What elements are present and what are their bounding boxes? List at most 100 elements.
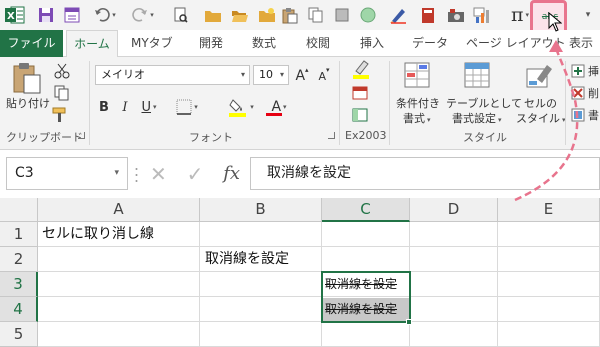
tab-home[interactable]: ホーム: [66, 30, 118, 58]
cell-b3[interactable]: [200, 272, 322, 297]
cell-d4[interactable]: [410, 297, 498, 322]
underline-button[interactable]: U ▾: [136, 97, 162, 117]
fill-color-button[interactable]: ▾: [224, 97, 258, 117]
cut-icon[interactable]: [54, 63, 70, 83]
row-header-3[interactable]: 3: [0, 272, 38, 297]
cell-d5[interactable]: [410, 322, 498, 347]
cell-e5[interactable]: [498, 322, 600, 347]
camera-icon[interactable]: [446, 4, 466, 26]
cell-styles-icon[interactable]: [525, 61, 555, 95]
circle-icon[interactable]: [358, 4, 378, 26]
format-as-table-icon[interactable]: [463, 61, 493, 95]
copy-ribbon-icon[interactable]: [54, 85, 70, 105]
format-as-table-label-1[interactable]: テーブルとして: [446, 95, 522, 111]
conditional-formatting-label-1[interactable]: 条件付き: [396, 95, 440, 111]
sheet-green-icon[interactable]: [352, 107, 368, 126]
undo-icon[interactable]: ▾: [90, 4, 120, 26]
column-header-e[interactable]: E: [498, 198, 600, 222]
tab-mytab[interactable]: MYタブ: [131, 30, 173, 57]
insert-cells-label[interactable]: 挿: [588, 63, 599, 79]
font-color-button[interactable]: A ▾: [262, 97, 296, 117]
row-header-1[interactable]: 1: [0, 222, 38, 247]
tab-review[interactable]: 校閲: [306, 30, 330, 57]
red-book-icon[interactable]: [418, 4, 438, 26]
column-header-d[interactable]: D: [410, 198, 498, 222]
tab-data[interactable]: データ: [412, 30, 448, 57]
highlighter-icon[interactable]: [352, 59, 370, 83]
tab-page-layout[interactable]: ページ レイアウト: [466, 30, 566, 57]
column-header-b[interactable]: B: [200, 198, 322, 222]
form-icon[interactable]: [62, 4, 82, 26]
cell-b5[interactable]: [200, 322, 322, 347]
cell-e4[interactable]: [498, 297, 600, 322]
format-as-table-label-2[interactable]: 書式設定 ▾: [452, 110, 502, 126]
delete-cells-icon[interactable]: [571, 85, 585, 104]
new-document-icon[interactable]: [257, 4, 277, 26]
font-size-select[interactable]: 10 ▾: [253, 65, 289, 85]
cell-styles-label-1[interactable]: セルの: [524, 95, 557, 111]
column-header-a[interactable]: A: [38, 198, 200, 222]
italic-button[interactable]: I: [117, 97, 133, 117]
tab-file[interactable]: ファイル: [0, 30, 63, 57]
conditional-formatting-label-2[interactable]: 書式 ▾: [403, 110, 431, 126]
row-header-5[interactable]: 5: [0, 322, 38, 347]
pen-icon[interactable]: [387, 4, 409, 26]
name-box[interactable]: C3 ▾: [6, 157, 128, 190]
cell-c1[interactable]: [322, 222, 410, 247]
insert-function-button[interactable]: fx: [223, 163, 240, 184]
folder-open-icon[interactable]: [230, 4, 250, 26]
delete-cells-label[interactable]: 削: [588, 85, 599, 101]
row-header-4[interactable]: 4: [0, 297, 38, 322]
sheet-red-icon[interactable]: [352, 85, 368, 104]
cell-b1[interactable]: [200, 222, 322, 247]
cell-e3[interactable]: [498, 272, 600, 297]
font-launcher-icon[interactable]: [328, 132, 335, 139]
tab-insert[interactable]: 挿入: [360, 30, 384, 57]
cell-e2[interactable]: [498, 247, 600, 272]
paste-button[interactable]: [10, 61, 50, 97]
insert-cells-icon[interactable]: [571, 63, 585, 82]
formula-input[interactable]: 取消線を設定: [250, 157, 600, 190]
redo-icon[interactable]: ▾: [128, 4, 158, 26]
customize-qat-icon[interactable]: ▾: [580, 4, 594, 26]
cell-a4[interactable]: [38, 297, 200, 322]
cell-e1[interactable]: [498, 222, 600, 247]
print-preview-icon[interactable]: [170, 4, 190, 26]
format-cells-label[interactable]: 書: [588, 107, 599, 123]
cell-styles-label-2[interactable]: スタイル ▾: [516, 110, 566, 126]
shrink-font-button[interactable]: A ▾: [316, 66, 332, 86]
grow-font-button[interactable]: A ▴: [294, 66, 310, 86]
save-icon[interactable]: [36, 4, 56, 26]
row-header-2[interactable]: 2: [0, 247, 38, 272]
clear-icon[interactable]: [332, 4, 352, 26]
cell-b4[interactable]: [200, 297, 322, 322]
select-all-corner[interactable]: [0, 198, 38, 222]
conditional-formatting-icon[interactable]: [403, 61, 433, 95]
tab-formulas[interactable]: 数式: [252, 30, 276, 57]
clipboard-launcher-icon[interactable]: [78, 132, 85, 139]
format-cells-icon[interactable]: [571, 107, 585, 126]
bold-button[interactable]: B: [96, 97, 112, 117]
fill-handle[interactable]: [406, 319, 412, 325]
cancel-icon[interactable]: ✕: [150, 162, 167, 186]
cell-d2[interactable]: [410, 247, 498, 272]
folder-icon[interactable]: [203, 4, 223, 26]
copy-icon[interactable]: [306, 4, 326, 26]
chart-icon[interactable]: [472, 4, 492, 26]
enter-icon[interactable]: ✓: [187, 162, 204, 186]
resize-handle[interactable]: [135, 166, 138, 184]
font-name-select[interactable]: メイリオ ▾: [95, 65, 250, 85]
column-header-c[interactable]: C: [322, 198, 410, 222]
cell-a5[interactable]: [38, 322, 200, 347]
cell-c5[interactable]: [322, 322, 410, 347]
format-painter-icon[interactable]: [52, 107, 70, 127]
cell-d1[interactable]: [410, 222, 498, 247]
cell-d3[interactable]: [410, 272, 498, 297]
cell-a2[interactable]: [38, 247, 200, 272]
borders-button[interactable]: ▾: [172, 97, 202, 117]
tab-view[interactable]: 表示: [569, 30, 593, 57]
paste-icon[interactable]: [280, 4, 300, 26]
cell-c2[interactable]: [322, 247, 410, 272]
tab-developer[interactable]: 開発: [199, 30, 223, 57]
cell-a3[interactable]: [38, 272, 200, 297]
